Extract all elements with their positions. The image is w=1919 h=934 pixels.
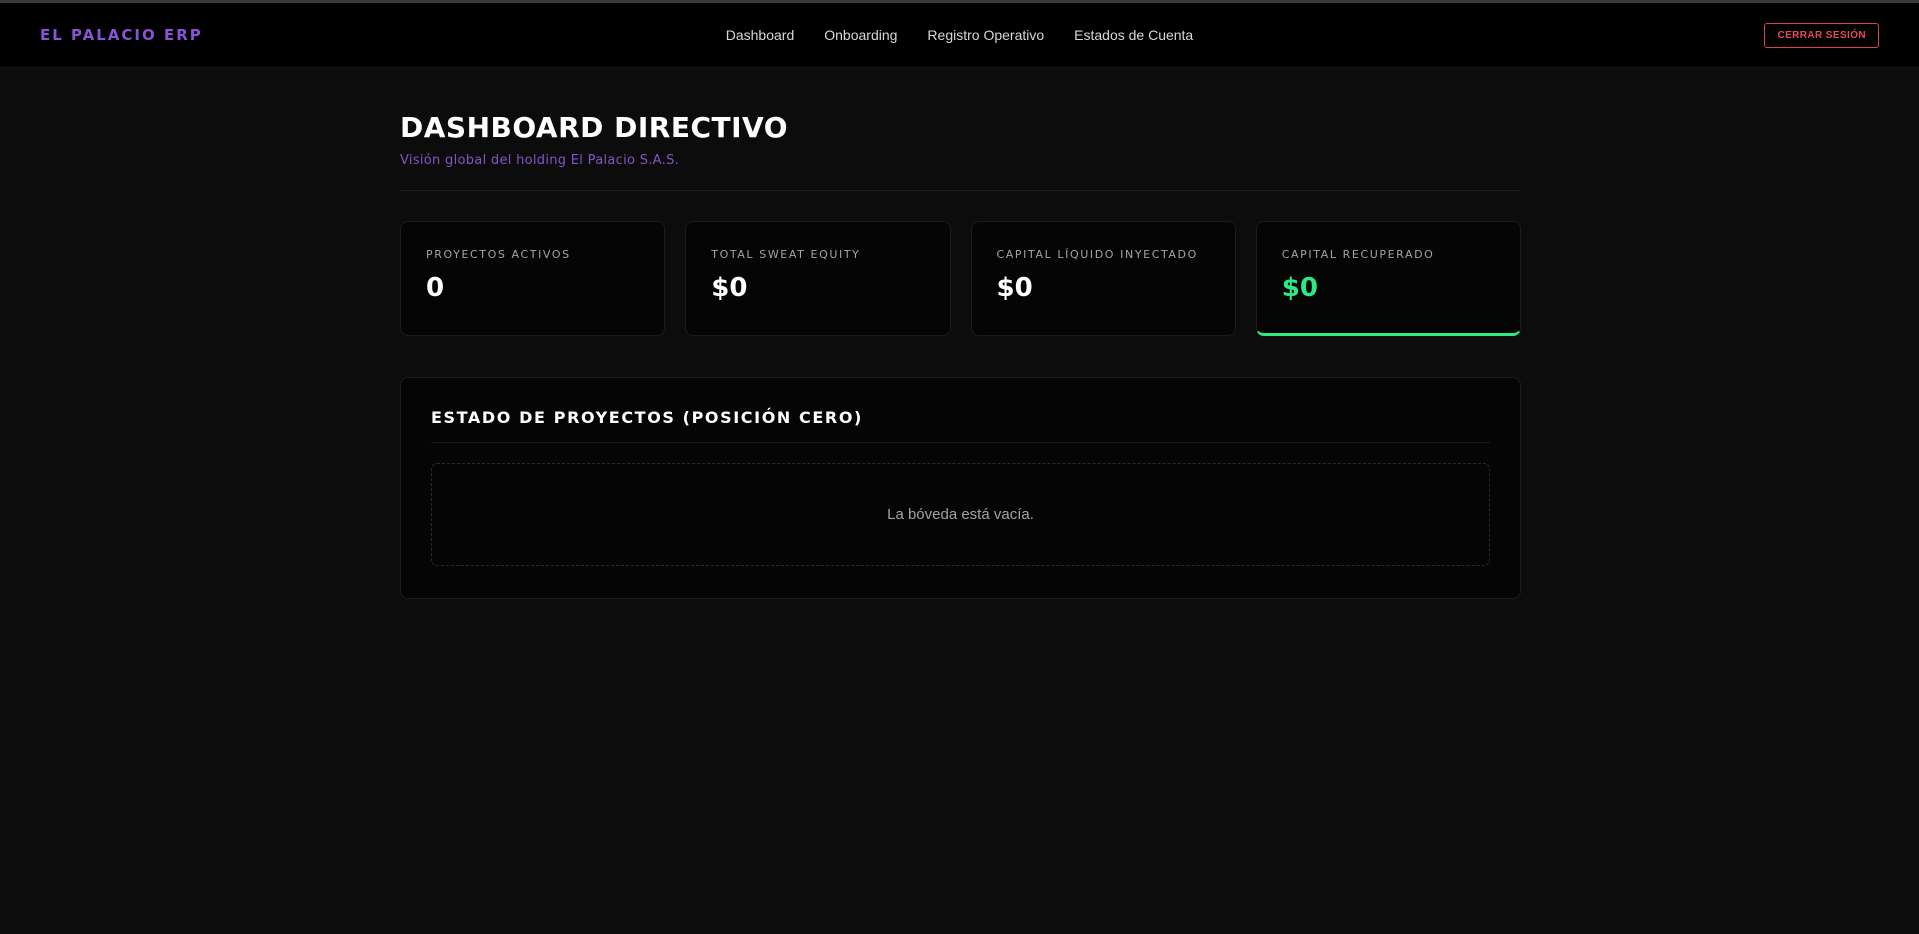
stat-label: CAPITAL RECUPERADO xyxy=(1281,248,1435,261)
nav-link-registro-operativo[interactable]: Registro Operativo xyxy=(927,27,1044,43)
stat-card-proyectos-activos: PROYECTOS ACTIVOS 0 xyxy=(400,221,666,336)
top-navbar: EL PALACIO ERP Dashboard Onboarding Regi… xyxy=(0,3,1919,68)
stat-card-capital-recuperado: CAPITAL RECUPERADO $0 xyxy=(1255,221,1521,336)
empty-state-message: La bóveda está vacía. xyxy=(887,506,1034,523)
stat-card-capital-liquido-inyectado: CAPITAL LÍQUIDO INYECTADO $0 xyxy=(970,221,1236,336)
stat-value: $0 xyxy=(996,273,1033,303)
nav-link-dashboard[interactable]: Dashboard xyxy=(726,27,795,43)
panel-divider xyxy=(431,442,1490,443)
stat-label: TOTAL SWEAT EQUITY xyxy=(711,248,861,261)
stat-label: PROYECTOS ACTIVOS xyxy=(426,248,571,261)
page-title: DASHBOARD DIRECTIVO xyxy=(400,111,789,144)
logout-button[interactable]: CERRAR SESIÓN xyxy=(1764,23,1879,48)
main-nav: Dashboard Onboarding Registro Operativo … xyxy=(0,27,1919,43)
page-subtitle: Visión global del holding El Palacio S.A… xyxy=(400,153,680,168)
empty-state: La bóveda está vacía. xyxy=(431,463,1490,566)
stat-value: $0 xyxy=(711,273,748,303)
stat-card-total-sweat-equity: TOTAL SWEAT EQUITY $0 xyxy=(685,221,951,336)
stat-label: CAPITAL LÍQUIDO INYECTADO xyxy=(996,248,1198,261)
projects-status-panel: ESTADO DE PROYECTOS (POSICIÓN CERO) La b… xyxy=(400,377,1521,599)
nav-link-estados-de-cuenta[interactable]: Estados de Cuenta xyxy=(1074,27,1193,43)
header-divider xyxy=(400,190,1521,191)
nav-link-onboarding[interactable]: Onboarding xyxy=(824,27,897,43)
stat-value: 0 xyxy=(426,273,445,303)
panel-title: ESTADO DE PROYECTOS (POSICIÓN CERO) xyxy=(431,408,863,427)
stats-row: PROYECTOS ACTIVOS 0 TOTAL SWEAT EQUITY $… xyxy=(400,221,1521,336)
stat-value: $0 xyxy=(1281,273,1318,303)
